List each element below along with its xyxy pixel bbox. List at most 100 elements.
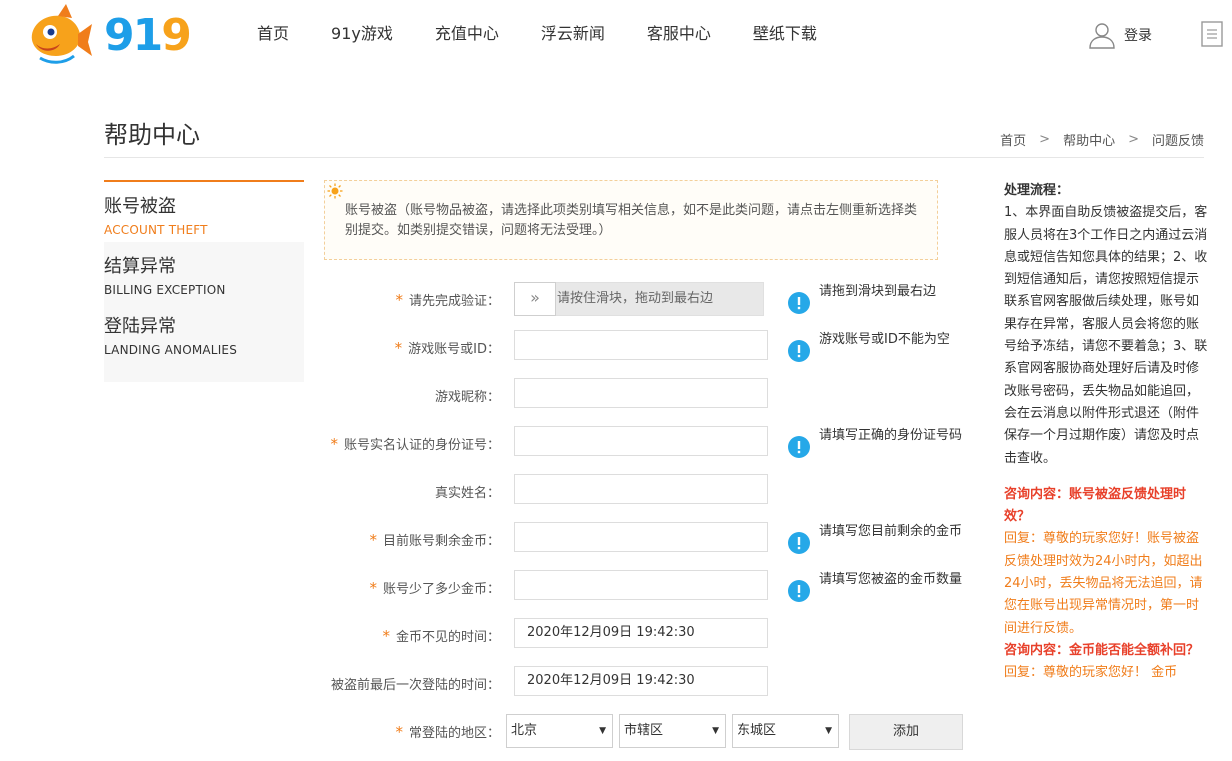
hint-text: 请填写正确的身份证号码 — [819, 428, 963, 443]
faq-question: 咨询内容：金币能否能全额补回？ — [1004, 642, 1200, 658]
caret-down-icon: ▼ — [825, 726, 832, 736]
coins-left-input[interactable] — [514, 522, 768, 552]
region-label-text: 常登陆的地区： — [408, 726, 500, 741]
nickname-label: 游戏昵称： — [434, 390, 500, 405]
info-icon — [788, 580, 810, 602]
nickname-input[interactable] — [514, 378, 768, 408]
breadcrumb-separator: > — [1128, 132, 1139, 147]
info-icon — [788, 340, 810, 362]
required-mark: * — [369, 531, 377, 549]
document-icon[interactable] — [1200, 20, 1224, 48]
menu-item-sublabel: BILLING EXCEPTION — [104, 283, 226, 297]
breadcrumb-help[interactable]: 帮助中心 — [1063, 130, 1115, 149]
nav-recharge[interactable]: 充值中心 — [435, 22, 499, 46]
coins-lost-label: * 账号少了多少金币： — [369, 578, 500, 597]
title-divider — [104, 157, 1204, 158]
menu-item-sublabel: ACCOUNT THEFT — [104, 223, 208, 237]
caret-down-icon: ▼ — [599, 726, 606, 736]
menu-item-billing-exception[interactable]: 结算异常 BILLING EXCEPTION — [104, 242, 304, 302]
account-hint: 游戏账号或ID不能为空 — [788, 332, 950, 362]
menu-item-label: 结算异常 — [104, 256, 176, 277]
area-select[interactable]: 东城区 ▼ — [732, 714, 839, 748]
coins-left-label: * 目前账号剩余金币： — [369, 530, 500, 549]
notice-text: 账号被盗（账号物品被盗，请选择此项类别填写相关信息，如不是此类问题，请点击左侧重… — [345, 203, 918, 238]
required-mark: * — [395, 723, 403, 741]
breadcrumb-home[interactable]: 首页 — [1000, 130, 1026, 149]
region-label: * 常登陆的地区： — [395, 722, 500, 741]
required-mark: * — [395, 291, 403, 309]
coins-lost-hint: 请填写您被盗的金币数量 — [788, 572, 962, 602]
info-icon — [788, 292, 810, 314]
lost-time-label: * 金币不见的时间： — [382, 626, 500, 645]
process-text: 1、本界面自助反馈被盗提交后，客服人员将在3个工作日之内通过云消息或短信告知您具… — [1004, 205, 1208, 466]
main-nav: 首页 91y游戏 充值中心 浮云新闻 客服中心 壁纸下载 — [236, 22, 838, 46]
nav-news[interactable]: 浮云新闻 — [541, 22, 605, 46]
province-value: 北京 — [511, 723, 538, 738]
required-mark: * — [369, 579, 377, 597]
process-panel: 处理流程： 1、本界面自助反馈被盗提交后，客服人员将在3个工作日之内通过云消息或… — [1004, 180, 1208, 685]
left-menu: 账号被盗 ACCOUNT THEFT 结算异常 BILLING EXCEPTIO… — [104, 180, 304, 380]
lost-time-input[interactable]: 2020年12月09日 19:42:30 — [514, 618, 768, 648]
hint-text: 请填写您被盗的金币数量 — [819, 572, 963, 587]
account-label: * 游戏账号或ID： — [395, 338, 500, 357]
menu-item-sublabel: LANDING ANOMALIES — [104, 343, 238, 357]
district-select[interactable]: 市辖区 ▼ — [619, 714, 726, 748]
area-value: 东城区 — [737, 723, 777, 738]
coins-lost-input[interactable] — [514, 570, 768, 600]
nav-home[interactable]: 首页 — [257, 22, 289, 46]
required-mark: * — [394, 339, 403, 357]
top-header: 919 首页 91y游戏 充值中心 浮云新闻 客服中心 壁纸下载 登录 — [0, 0, 1232, 72]
info-icon — [788, 436, 810, 458]
process-title: 处理流程： — [1004, 183, 1070, 198]
realname-label: 真实姓名： — [434, 486, 500, 501]
required-mark: * — [330, 435, 338, 453]
idcard-label: * 账号实名认证的身份证号： — [330, 434, 500, 453]
idcard-label-text: 账号实名认证的身份证号： — [343, 438, 500, 453]
category-notice: 账号被盗（账号物品被盗，请选择此项类别填写相关信息，如不是此类问题，请点击左侧重… — [324, 180, 938, 260]
faq-answer: 回复：尊敬的玩家您好！账号被盗反馈处理时效为24小时内，如超出24小时，丢失物品… — [1004, 531, 1203, 636]
user-icon — [1089, 23, 1115, 49]
account-input[interactable] — [514, 330, 768, 360]
required-mark: * — [382, 627, 390, 645]
menu-item-landing-anomalies[interactable]: 登陆异常 LANDING ANOMALIES — [104, 302, 304, 362]
faq-answer: 回复：尊敬的玩家您好！ 金币 — [1004, 665, 1178, 681]
realname-input[interactable] — [514, 474, 768, 504]
add-region-button[interactable]: 添加 — [849, 714, 963, 750]
district-value: 市辖区 — [624, 723, 664, 738]
hint-text: 请拖到滑块到最右边 — [819, 284, 937, 299]
caret-down-icon: ▼ — [712, 726, 719, 736]
lost-time-label-text: 金币不见的时间： — [395, 630, 500, 645]
faq-question: 咨询内容：账号被盗反馈处理时效？ — [1004, 486, 1187, 525]
site-logo[interactable]: 919 — [22, 4, 192, 64]
hint-text: 游戏账号或ID不能为空 — [819, 332, 950, 347]
province-select[interactable]: 北京 ▼ — [506, 714, 613, 748]
page-title: 帮助中心 — [104, 121, 200, 149]
slider-text: 请按住滑块，拖动到最右边 — [557, 291, 714, 306]
info-icon — [788, 532, 810, 554]
fish-mascot-icon — [31, 4, 92, 64]
verify-hint: 请拖到滑块到最右边 — [788, 284, 936, 314]
sun-icon — [327, 183, 343, 199]
panel-spacer — [1004, 470, 1208, 484]
nav-games[interactable]: 91y游戏 — [331, 22, 393, 46]
verify-label-text: 请先完成验证： — [408, 294, 500, 309]
login-button[interactable]: 登录 — [1088, 20, 1152, 50]
logo-text: 919 — [104, 10, 192, 61]
breadcrumb-separator: > — [1039, 132, 1051, 147]
menu-item-account-theft[interactable]: 账号被盗 ACCOUNT THEFT — [104, 182, 304, 242]
last-login-label: 被盗前最后一次登陆的时间： — [330, 678, 500, 693]
last-login-input[interactable]: 2020年12月09日 19:42:30 — [514, 666, 768, 696]
nav-support[interactable]: 客服中心 — [647, 22, 711, 46]
breadcrumb-feedback: 问题反馈 — [1151, 134, 1204, 149]
menu-item-label: 登陆异常 — [104, 316, 176, 337]
nav-wallpaper[interactable]: 壁纸下载 — [753, 22, 817, 46]
slider-handle[interactable]: » — [514, 282, 556, 316]
account-label-text: 游戏账号或ID： — [408, 342, 500, 357]
slider-captcha[interactable]: » 请按住滑块，拖动到最右边 — [514, 282, 764, 316]
coins-lost-label-text: 账号少了多少金币： — [382, 582, 500, 597]
hint-text: 请填写您目前剩余的金币 — [819, 524, 963, 539]
menu-item-label: 账号被盗 — [104, 196, 176, 217]
breadcrumb: 首页 > 帮助中心 > 问题反馈 — [1000, 130, 1204, 149]
coins-left-hint: 请填写您目前剩余的金币 — [788, 524, 962, 554]
idcard-input[interactable] — [514, 426, 768, 456]
